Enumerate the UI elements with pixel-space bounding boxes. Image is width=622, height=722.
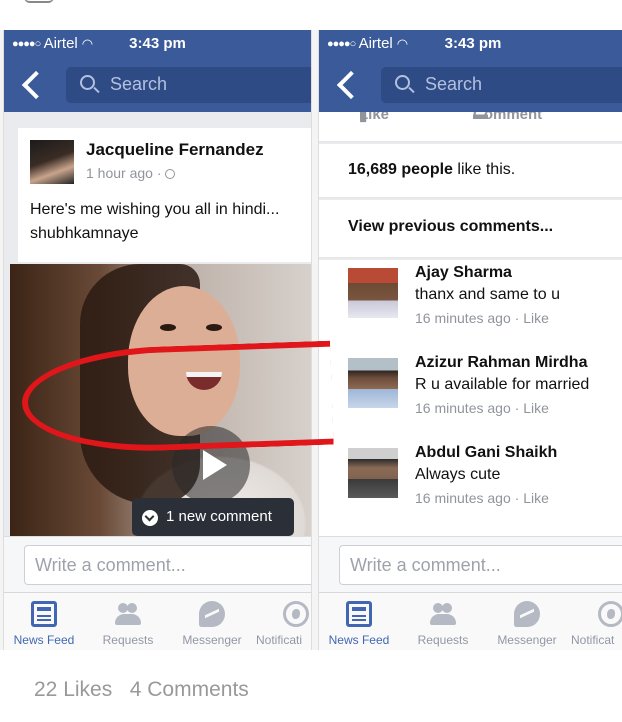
comment-meta: 16 minutes ago · Like	[415, 400, 549, 416]
comment-like-link[interactable]: Like	[523, 400, 549, 416]
post-text: Here's me wishing you all in hindi... sh…	[30, 201, 280, 242]
comment-author[interactable]: Ajay Sharma	[415, 264, 512, 282]
news-feed-icon	[346, 601, 372, 627]
nav-bar: Search	[4, 58, 311, 112]
comment-composer: Write a comment...	[319, 536, 622, 592]
avatar[interactable]	[348, 268, 398, 318]
globe-icon	[165, 169, 176, 179]
text-fragment	[24, 0, 54, 3]
comment-item: Azizur Rahman Mirdha R u available for m…	[319, 350, 622, 440]
status-bar: ●●●●○ Airtel ◠ 3:43 pm	[319, 30, 622, 58]
comment-meta: 16 minutes ago · Like	[415, 310, 549, 326]
comment-placeholder: Write a comment...	[350, 555, 501, 575]
comment-time: 16 minutes ago	[415, 490, 511, 506]
comment-meta: 16 minutes ago · Like	[415, 490, 549, 506]
comment-input[interactable]: Write a comment...	[24, 545, 311, 585]
globe-icon	[598, 601, 622, 627]
tab-requests[interactable]: Requests	[403, 593, 483, 650]
comment-placeholder: Write a comment...	[35, 555, 186, 575]
back-button[interactable]	[335, 69, 359, 99]
tab-bar: News Feed Requests Messenger Notificat	[319, 592, 622, 650]
likes-count: 16,689 people	[348, 161, 453, 178]
view-previous-label: View previous comments...	[348, 218, 554, 235]
comment-like-link[interactable]: Like	[523, 490, 549, 506]
comment-time: 16 minutes ago	[415, 400, 511, 416]
comment-item: Abdul Gani Shaikh Always cute 16 minutes…	[319, 440, 622, 530]
status-bar: ●●●●○ Airtel ◠ 3:43 pm	[4, 30, 311, 58]
likes-count[interactable]: 22 Likes	[34, 678, 112, 701]
post-time[interactable]: 1 hour ago	[86, 165, 153, 181]
comment-list: Ajay Sharma thanx and same to u 16 minut…	[319, 260, 622, 536]
comment-text: thanx and same to u	[415, 286, 560, 303]
globe-icon	[283, 601, 309, 627]
avatar[interactable]	[348, 448, 398, 498]
comment-text: R u available for married	[415, 376, 590, 393]
post-content: Jacqueline Fernandez 1 hour ago · Here's…	[4, 112, 311, 536]
likes-text: 16,689 people like this.	[348, 161, 515, 179]
phone-screen-comments: ●●●●○ Airtel ◠ 3:43 pm Search ▮ Like ▬ Co…	[318, 30, 622, 650]
search-input[interactable]: Search	[381, 67, 622, 103]
reaction-bar: ▮ Like ▬ Comment	[319, 112, 622, 142]
tab-messenger[interactable]: Messenger	[172, 593, 252, 650]
author-avatar[interactable]	[30, 140, 74, 184]
author-name[interactable]: Jacqueline Fernandez	[86, 140, 264, 160]
top-strip	[0, 0, 622, 30]
clock: 3:43 pm	[129, 35, 186, 52]
search-placeholder: Search	[110, 74, 168, 94]
comment-author[interactable]: Abdul Gani Shaikh	[415, 444, 557, 462]
search-icon	[80, 75, 95, 90]
comment-composer: Write a comment...	[4, 536, 311, 592]
tab-news-feed[interactable]: News Feed	[319, 593, 399, 650]
video-eye	[206, 324, 222, 331]
likes-suffix: like this.	[452, 161, 516, 178]
news-feed-icon	[31, 601, 57, 627]
messenger-icon	[199, 601, 225, 627]
new-comment-button[interactable]: 1 new comment	[132, 498, 294, 536]
friend-requests-icon	[115, 601, 141, 627]
back-button[interactable]	[20, 69, 44, 99]
comments-count[interactable]: 4 Comments	[130, 678, 249, 701]
comment-item: Ajay Sharma thanx and same to u 16 minut…	[319, 260, 622, 350]
chevron-down-icon	[142, 510, 158, 526]
tab-label: Notificat	[571, 633, 615, 647]
comment-like-link[interactable]: Like	[523, 310, 549, 326]
avatar[interactable]	[348, 358, 398, 408]
post-meta: 1 hour ago ·	[86, 165, 176, 181]
tab-news-feed[interactable]: News Feed	[4, 593, 84, 650]
post-card: Jacqueline Fernandez 1 hour ago · Here's…	[18, 128, 311, 262]
view-previous-comments[interactable]: View previous comments...	[319, 200, 622, 258]
comment-input[interactable]: Write a comment...	[339, 545, 622, 585]
search-icon	[395, 75, 410, 90]
new-comment-label: 1 new comment	[166, 508, 272, 525]
friend-requests-icon	[430, 601, 456, 627]
like-label: Like	[359, 112, 390, 123]
tab-label: Messenger	[497, 633, 557, 647]
tab-messenger[interactable]: Messenger	[487, 593, 567, 650]
post-footer: 22 Likes 4 Comments	[0, 650, 622, 722]
video-eye	[160, 324, 176, 331]
likes-summary[interactable]: 16,689 people like this.	[319, 144, 622, 198]
comment-author[interactable]: Azizur Rahman Mirdha	[415, 354, 587, 372]
nav-bar: Search	[319, 58, 622, 112]
clock: 3:43 pm	[444, 35, 502, 52]
tab-notifications[interactable]: Notificat	[571, 593, 622, 650]
search-placeholder: Search	[425, 74, 483, 94]
engagement-counts: 22 Likes 4 Comments	[34, 678, 249, 702]
comment-label: Comment	[473, 112, 543, 123]
tab-notifications[interactable]: Notificati	[256, 593, 311, 650]
tab-requests[interactable]: Requests	[88, 593, 168, 650]
tab-label: Messenger	[182, 633, 242, 647]
tab-bar: News Feed Requests Messenger Notificati	[4, 592, 311, 650]
phone-screen-post: ●●●●○ Airtel ◠ 3:43 pm Search Jacqueline …	[3, 30, 312, 650]
search-input[interactable]: Search	[66, 67, 311, 103]
comments-content: ▮ Like ▬ Comment 16,689 people like this…	[319, 112, 622, 536]
messenger-icon	[514, 601, 540, 627]
comment-text: Always cute	[415, 466, 501, 483]
tab-label: Notificati	[256, 633, 303, 647]
comment-time: 16 minutes ago	[415, 310, 511, 326]
